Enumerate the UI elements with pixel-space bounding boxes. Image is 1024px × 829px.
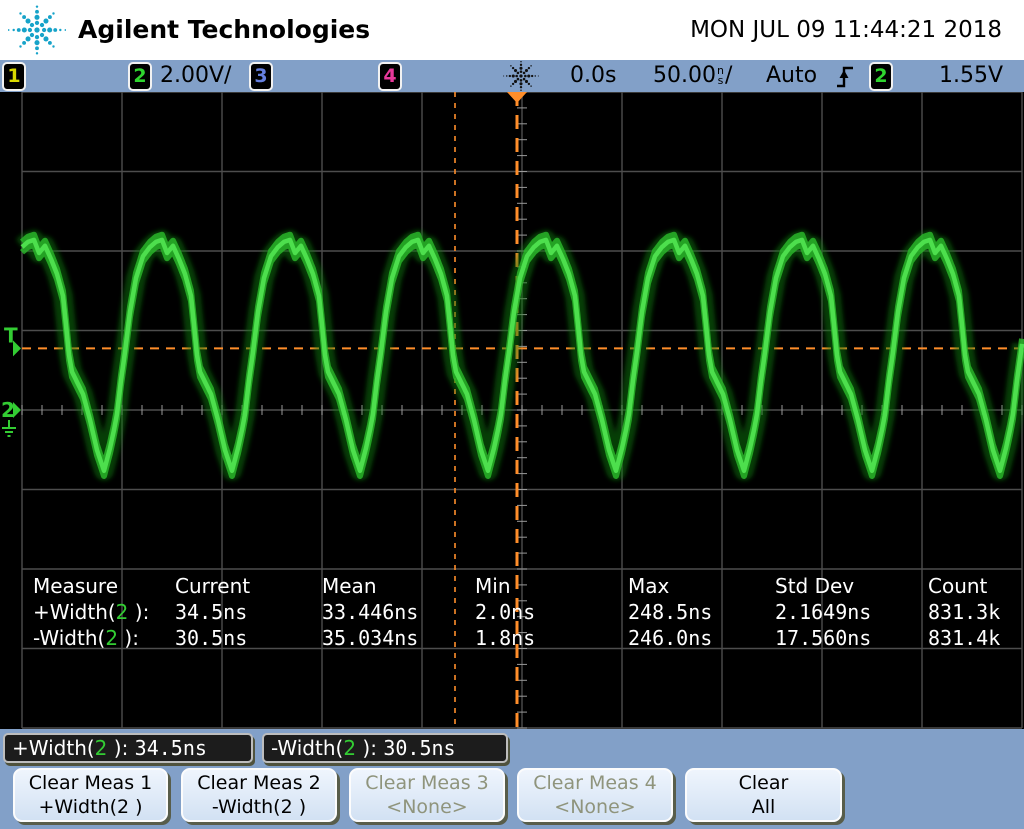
status-bar: 1 2 2.00V/ 3 4 0.0s 50.00ns/ Auto 2 1.55… [0,60,1024,92]
agilent-logo-icon [8,2,66,58]
meas-max: 248.5ns [628,599,712,625]
readout-tab-pwidth: +Width(2 ): 34.5ns [3,733,253,763]
tab-value: 34.5ns [135,736,207,760]
meas-name-channel: 2 [116,600,129,624]
softkey-line2: <None> [554,795,635,819]
col-header-count: Count [928,573,987,599]
meas-stddev: 2.1649ns [775,599,871,625]
channel-4-badge[interactable]: 4 [378,62,402,91]
col-header-max: Max [628,573,669,599]
datetime-display: MON JUL 09 11:44:21 2018 [690,17,1002,43]
softkey-area: +Width(2 ): 34.5ns -Width(2 ): 30.5ns Cl… [0,729,1024,829]
clear-all-button[interactable]: ClearAll [685,768,842,822]
oscilloscope-screen: Agilent Technologies MON JUL 09 11:44:21… [0,0,1024,829]
timebase-value: 50.00 [653,63,716,88]
meas-max: 246.0ns [628,625,712,651]
col-header-stddev: Std Dev [775,573,854,599]
meas-name-prefix: -Width( [33,626,105,650]
col-header-current: Current [175,573,250,599]
col-header-mean: Mean [322,573,377,599]
trigger-level-readout: 1.55V [939,63,1003,88]
channel-2-label: 2 [133,65,146,87]
softkey-line2: +Width(2 ) [38,795,142,819]
meas-current: 34.5ns [175,599,247,625]
timebase-readout: 50.00ns/ [653,63,732,88]
delay-readout: 0.0s [570,63,616,88]
tab-channel: 2 [343,736,356,760]
tab-prefix: +Width( [12,736,95,760]
meas-current: 30.5ns [175,625,247,651]
softkey-line1: Clear Meas 4 [533,771,656,795]
brand-title: Agilent Technologies [78,15,370,44]
meas-stddev: 17.560ns [775,625,871,651]
softkey-line2: -Width(2 ) [212,795,306,819]
meas-name-suffix: ): [118,626,139,650]
softkey-line1: Clear Meas 1 [29,771,152,795]
col-header-min: Min [475,573,511,599]
meas-name-suffix: ): [128,600,149,624]
channel-2-badge[interactable]: 2 [128,62,152,91]
channel-3-label: 3 [254,65,267,87]
softkey-line1: Clear Meas 3 [365,771,488,795]
meas-name-prefix: +Width( [33,600,116,624]
clear-meas-4-button[interactable]: Clear Meas 4<None> [517,768,673,822]
channel-3-badge[interactable]: 3 [249,62,273,91]
meas-mean: 35.034ns [322,625,418,651]
clear-meas-1-button[interactable]: Clear Meas 1+Width(2 ) [13,768,168,822]
channel-2-ground-marker[interactable]: 2 [1,398,15,422]
tab-suffix: ): [356,736,383,760]
channel-1-badge[interactable]: 1 [2,62,26,91]
tab-channel: 2 [95,736,108,760]
waveform-display: T2 Measure Current Mean Min Max Std Dev … [0,92,1024,729]
channel-4-label: 4 [383,65,396,87]
tab-prefix: -Width( [271,736,343,760]
clear-meas-2-button[interactable]: Clear Meas 2-Width(2 ) [181,768,337,822]
softkey-line1: Clear Meas 2 [197,771,320,795]
trigger-source-label: 2 [874,65,887,87]
mini-starburst-icon [503,58,539,94]
meas-name-channel: 2 [105,626,118,650]
readout-tab-nwidth: -Width(2 ): 30.5ns [262,733,508,763]
meas-row-name: -Width(2 ): [33,625,139,651]
meas-row-name: +Width(2 ): [33,599,149,625]
channel-1-label: 1 [7,65,20,87]
acquisition-mode: Auto [766,63,817,88]
tab-value: 30.5ns [383,736,455,760]
timebase-suffix: / [725,63,732,88]
clear-meas-3-button[interactable]: Clear Meas 3<None> [349,768,505,822]
channel-2-scale: 2.00V/ [160,63,231,88]
col-header-measure: Measure [33,573,118,599]
meas-count: 831.3k [928,599,1000,625]
timebase-unit-bottom: s [717,76,724,86]
meas-min: 2.0ns [475,599,535,625]
meas-count: 831.4k [928,625,1000,651]
timebase-unit: ns [717,66,724,86]
meas-min: 1.8ns [475,625,535,651]
softkey-line2: <None> [386,795,467,819]
trigger-source-badge[interactable]: 2 [869,62,893,91]
softkey-line2: All [752,795,776,819]
header: Agilent Technologies MON JUL 09 11:44:21… [0,0,1024,60]
trigger-edge-icon [836,65,854,89]
softkey-line1: Clear [739,771,789,795]
tab-suffix: ): [107,736,134,760]
meas-mean: 33.446ns [322,599,418,625]
